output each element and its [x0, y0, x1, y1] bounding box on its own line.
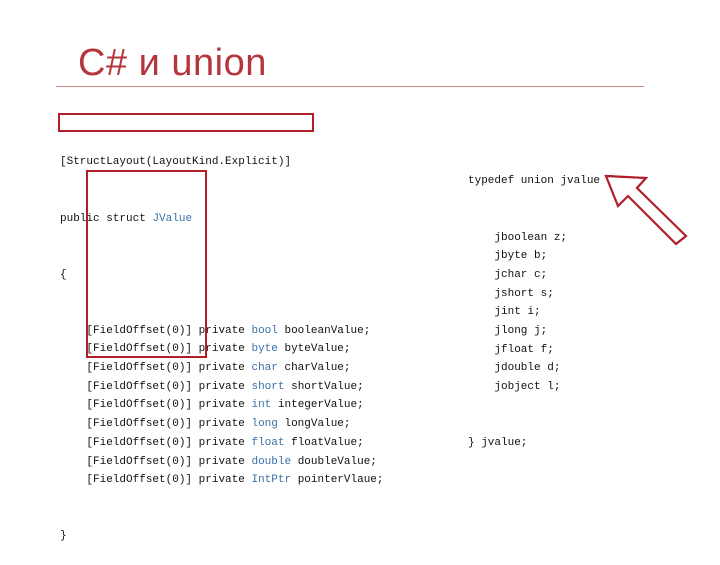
union-member-text: jbyte b; [494, 250, 548, 263]
field-name: doubleValue; [297, 455, 377, 468]
field-name: pointerVlaue; [297, 474, 384, 487]
field-type: char [251, 362, 278, 375]
union-footer: } jvalue; [468, 437, 528, 450]
union-member-text: jint i; [494, 306, 541, 319]
union-member-text: jfloat f; [494, 343, 554, 356]
union-member: jfloat f; [468, 341, 613, 360]
close-brace: } [60, 530, 67, 543]
union-member-text: jlong j; [494, 324, 548, 337]
field-offset-attribute: [FieldOffset(0)] [86, 380, 193, 393]
field-offset-attribute: [FieldOffset(0)] [86, 418, 193, 431]
field-access-modifier: private [198, 455, 245, 468]
field-access-modifier: private [198, 474, 245, 487]
field-name: charValue; [284, 362, 351, 375]
field-type: byte [251, 343, 278, 356]
field-type: int [251, 399, 272, 412]
union-member-text: jchar c; [494, 268, 548, 281]
field-offset-attribute: [FieldOffset(0)] [86, 399, 193, 412]
union-member-text: jdouble d; [494, 362, 561, 375]
union-member-text: jboolean z; [494, 231, 568, 244]
union-member: jboolean z; [468, 229, 613, 248]
field-type: long [251, 418, 278, 431]
field-name: booleanValue; [284, 324, 371, 337]
union-member-list: jboolean z; jbyte b; jchar c; jshort s; … [468, 229, 613, 397]
field-access-modifier: private [198, 418, 245, 431]
union-member: jbyte b; [468, 247, 613, 266]
field-name: integerValue; [277, 399, 364, 412]
field-line: [FieldOffset(0)] private short shortValu… [60, 378, 384, 397]
field-line: [FieldOffset(0)] private float floatValu… [60, 434, 384, 453]
field-name: longValue; [284, 418, 351, 431]
union-member-text: jobject l; [494, 381, 561, 393]
attribute-highlight-box [58, 113, 314, 132]
field-access-modifier: private [198, 380, 245, 393]
field-type: bool [251, 324, 278, 337]
slide-title: C# и union [78, 42, 267, 84]
field-access-modifier: private [198, 399, 245, 412]
field-offset-attribute: [FieldOffset(0)] [86, 436, 193, 449]
field-type: IntPtr [251, 474, 292, 487]
field-line: [FieldOffset(0)] private char charValue; [60, 359, 384, 378]
field-type: float [251, 436, 285, 449]
union-member: jdouble d; [468, 359, 613, 378]
field-offset-attribute: [FieldOffset(0)] [86, 474, 193, 487]
field-name: byteValue; [284, 343, 351, 356]
title-divider [56, 86, 644, 87]
union-member: jobject l; [468, 378, 613, 397]
arrow-up-left-icon [604, 174, 688, 246]
field-access-modifier: private [198, 362, 245, 375]
field-line: [FieldOffset(0)] private IntPtr pointerV… [60, 471, 384, 490]
union-member: jlong j; [468, 322, 613, 341]
union-member: jchar c; [468, 266, 613, 285]
c-union-code-block: typedef union jvalue { jboolean z; jbyte… [468, 135, 613, 471]
field-offset-attribute: [FieldOffset(0)] [86, 362, 193, 375]
field-offset-highlight-box [86, 170, 207, 358]
field-name: floatValue; [291, 436, 364, 449]
field-line: [FieldOffset(0)] private long longValue; [60, 415, 384, 434]
union-member: jint i; [468, 303, 613, 322]
union-member-text: jshort s; [494, 287, 554, 300]
field-line: [FieldOffset(0)] private int integerValu… [60, 396, 384, 415]
field-type: short [251, 380, 285, 393]
field-offset-attribute: [FieldOffset(0)] [86, 455, 193, 468]
field-type: double [251, 455, 292, 468]
field-line: [FieldOffset(0)] private double doubleVa… [60, 453, 384, 472]
union-header: typedef union jvalue { [468, 175, 614, 188]
field-name: shortValue; [291, 380, 364, 393]
field-access-modifier: private [198, 436, 245, 449]
union-member: jshort s; [468, 285, 613, 304]
